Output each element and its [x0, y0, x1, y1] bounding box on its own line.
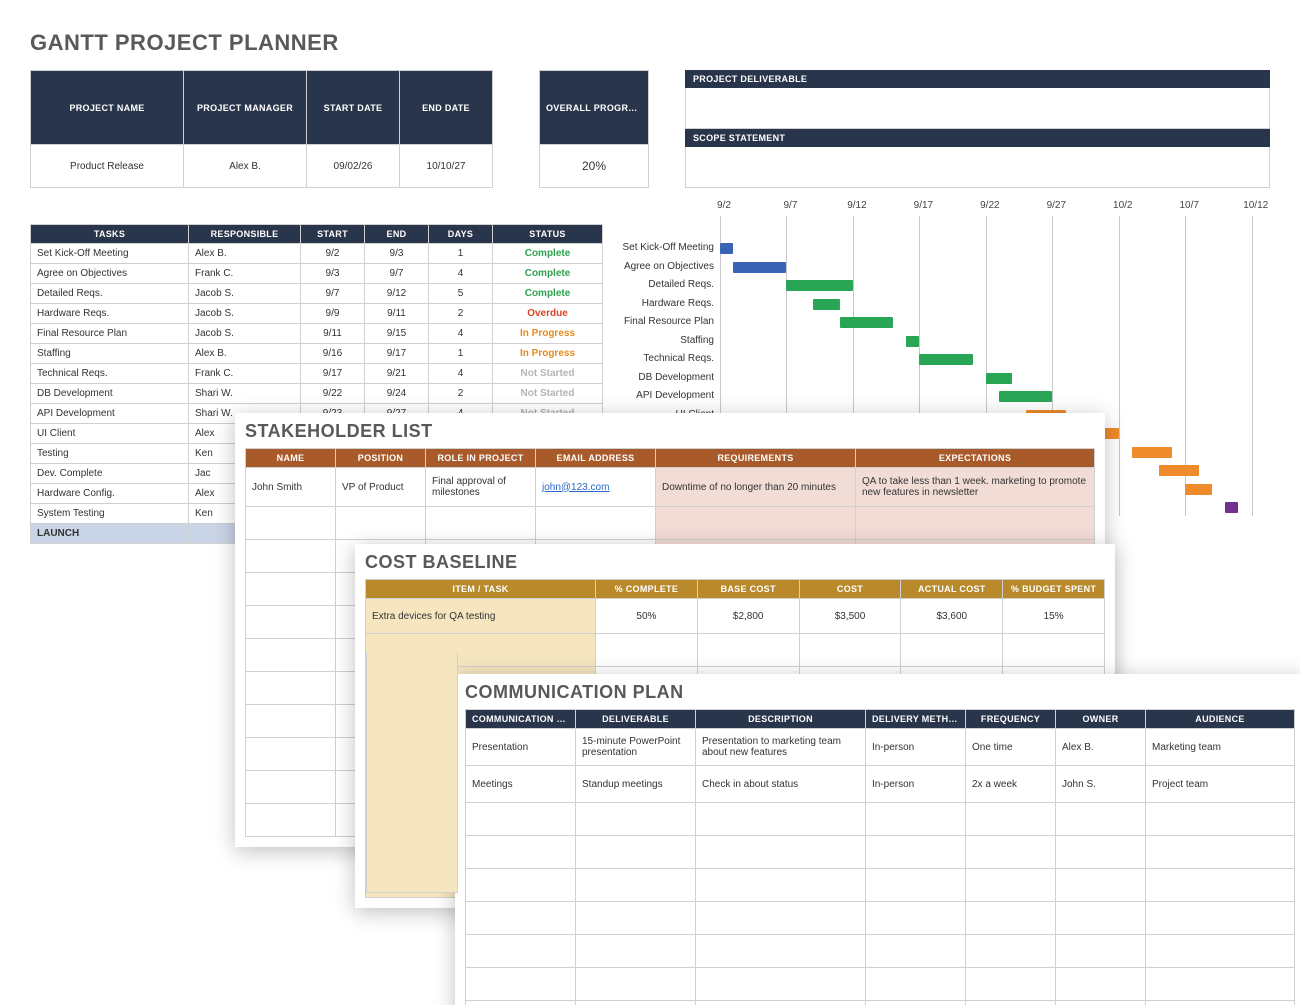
table-row[interactable] [466, 1001, 1295, 1005]
table-row[interactable]: Presentation15-minute PowerPoint present… [466, 729, 1295, 766]
gantt-bar [1132, 447, 1172, 458]
stakeholder-title: STAKEHOLDER LIST [245, 421, 1095, 442]
comm-title: COMMUNICATION PLAN [465, 682, 1295, 703]
gantt-row: Set Kick-Off Meeting [720, 240, 1265, 259]
gantt-bar [813, 299, 840, 310]
project-deliverable-header: PROJECT DELIVERABLE [685, 70, 1270, 88]
table-row[interactable]: Agree on ObjectivesFrank C.9/39/74Comple… [31, 264, 603, 284]
table-row[interactable]: Hardware Reqs.Jacob S.9/99/112Overdue [31, 304, 603, 324]
gantt-row: Hardware Reqs. [720, 296, 1265, 315]
table-row[interactable]: Extra devices for QA testing50%$2,800$3,… [366, 599, 1105, 634]
email-link[interactable]: john@123.com [542, 482, 609, 493]
table-row[interactable]: MeetingsStandup meetingsCheck in about s… [466, 766, 1295, 803]
gantt-bar [906, 336, 919, 347]
gantt-bar [1185, 484, 1212, 495]
gantt-row: Agree on Objectives [720, 259, 1265, 278]
gantt-bar [786, 280, 852, 291]
gantt-bar [919, 354, 972, 365]
overall-progress: OVERALL PROGRESS 20% [539, 70, 649, 188]
table-row[interactable]: DB DevelopmentShari W.9/229/242Not Start… [31, 384, 603, 404]
table-row[interactable] [466, 869, 1295, 902]
table-row[interactable] [366, 634, 1105, 667]
gantt-bar [999, 391, 1052, 402]
gantt-row: Technical Reqs. [720, 351, 1265, 370]
gantt-bar [840, 317, 893, 328]
table-row[interactable]: Final Resource PlanJacob S.9/119/154In P… [31, 324, 603, 344]
gantt-row: DB Development [720, 370, 1265, 389]
table-row[interactable]: Set Kick-Off MeetingAlex B.9/29/31Comple… [31, 244, 603, 264]
communication-table: COMMUNICATION TYPE DELIVERABLE DESCRIPTI… [465, 709, 1295, 1005]
gantt-bar [1225, 502, 1238, 513]
table-row[interactable] [466, 935, 1295, 968]
gantt-row: Detailed Reqs. [720, 277, 1265, 296]
gantt-bar [720, 243, 733, 254]
table-row[interactable]: StaffingAlex B.9/169/171In Progress [31, 344, 603, 364]
gantt-row: Final Resource Plan [720, 314, 1265, 333]
gantt-row: API Development [720, 388, 1265, 407]
project-info-table: PROJECT NAME PROJECT MANAGER START DATE … [30, 70, 493, 188]
gantt-row: Staffing [720, 333, 1265, 352]
cost-title: COST BASELINE [365, 552, 1105, 573]
scope-statement-header: SCOPE STATEMENT [685, 129, 1270, 147]
table-row[interactable]: Detailed Reqs.Jacob S.9/79/125Complete [31, 284, 603, 304]
table-row[interactable] [466, 902, 1295, 935]
table-row[interactable]: John SmithVP of ProductFinal approval of… [246, 468, 1095, 507]
gantt-bar [1159, 465, 1199, 476]
table-row[interactable] [466, 836, 1295, 869]
gantt-bar [986, 373, 1013, 384]
table-row[interactable] [246, 507, 1095, 540]
table-row[interactable] [466, 968, 1295, 1001]
cost-item-column-strip [366, 652, 458, 893]
gantt-bar [733, 262, 786, 273]
page-title: GANTT PROJECT PLANNER [30, 30, 1270, 56]
table-row[interactable]: Technical Reqs.Frank C.9/179/214Not Star… [31, 364, 603, 384]
table-row[interactable] [466, 803, 1295, 836]
